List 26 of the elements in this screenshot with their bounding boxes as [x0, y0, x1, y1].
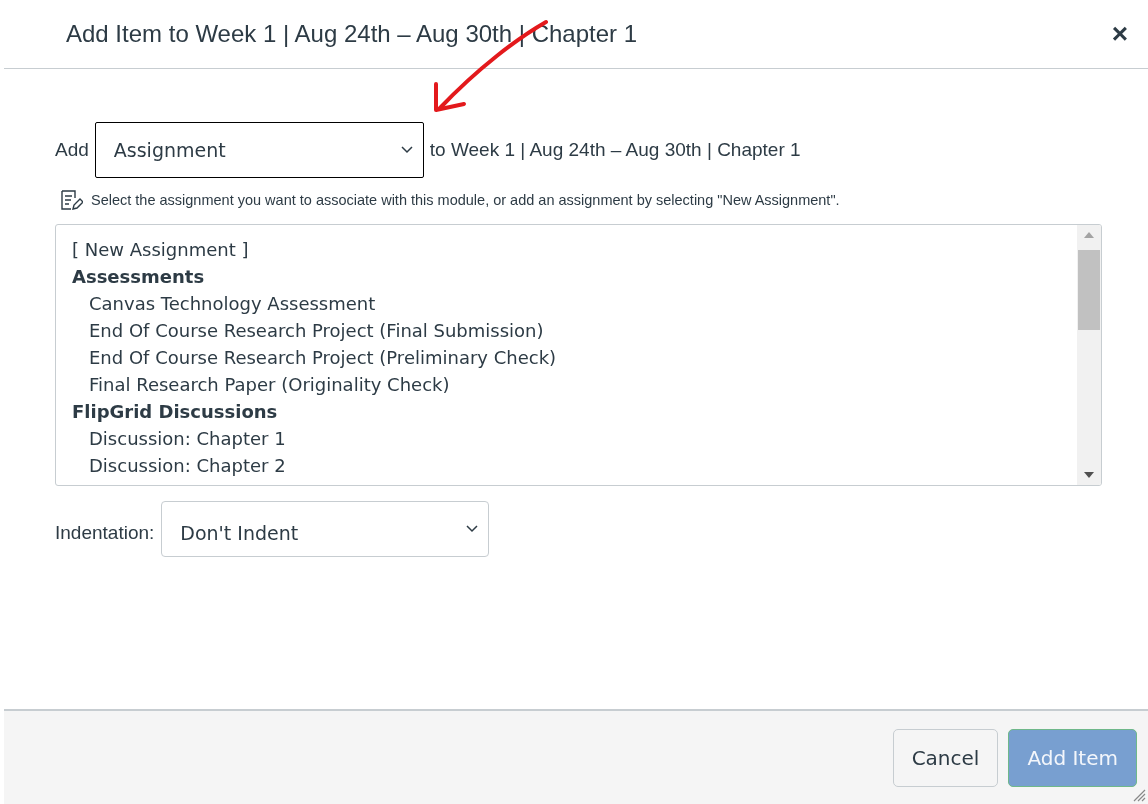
indentation-label: Indentation:: [55, 522, 155, 544]
assignment-list[interactable]: [55, 224, 1102, 486]
scroll-down-icon[interactable]: [1084, 472, 1094, 478]
indentation-select[interactable]: Don't Indent: [161, 501, 490, 557]
close-button[interactable]: ×: [1107, 18, 1132, 50]
cancel-button[interactable]: Cancel: [892, 728, 999, 787]
hint-text: Select the assignment you want to associate with this module, or add an assignment by selecting "New Assignment".: [91, 192, 840, 208]
group-label: Assessments: [72, 265, 206, 289]
list-option[interactable]: Discussion: Chapter 2: [72, 452, 1061, 479]
add-label: Add: [55, 139, 89, 161]
scroll-thumb[interactable]: [1078, 250, 1100, 330]
group-label: FlipGrid Discussions: [72, 400, 279, 424]
item-type-select[interactable]: Assignment: [94, 122, 424, 178]
edit-note-icon: [59, 188, 83, 212]
list-option[interactable]: End Of Course Research Project (Final Submission): [72, 317, 1061, 344]
list-option[interactable]: End Of Course Research Project (Preliminary Check): [72, 344, 1061, 371]
list-option[interactable]: Final Research Paper (Originality Check): [72, 371, 1061, 398]
resize-grip-icon[interactable]: [1132, 788, 1146, 802]
module-name: to Week 1 | Aug 24th – Aug 30th | Chapter 1: [429, 139, 801, 161]
list-option[interactable]: Discussion: Chapter 1: [72, 425, 1061, 452]
scroll-up-icon[interactable]: [1084, 232, 1094, 238]
scrollbar[interactable]: [1077, 225, 1101, 485]
list-option[interactable]: Canvas Technology Assessment: [72, 290, 1061, 317]
chevron-down-icon: [466, 525, 479, 533]
chevron-down-icon: [400, 146, 413, 154]
list-option[interactable]: [ New Assignment ]: [72, 236, 1061, 263]
